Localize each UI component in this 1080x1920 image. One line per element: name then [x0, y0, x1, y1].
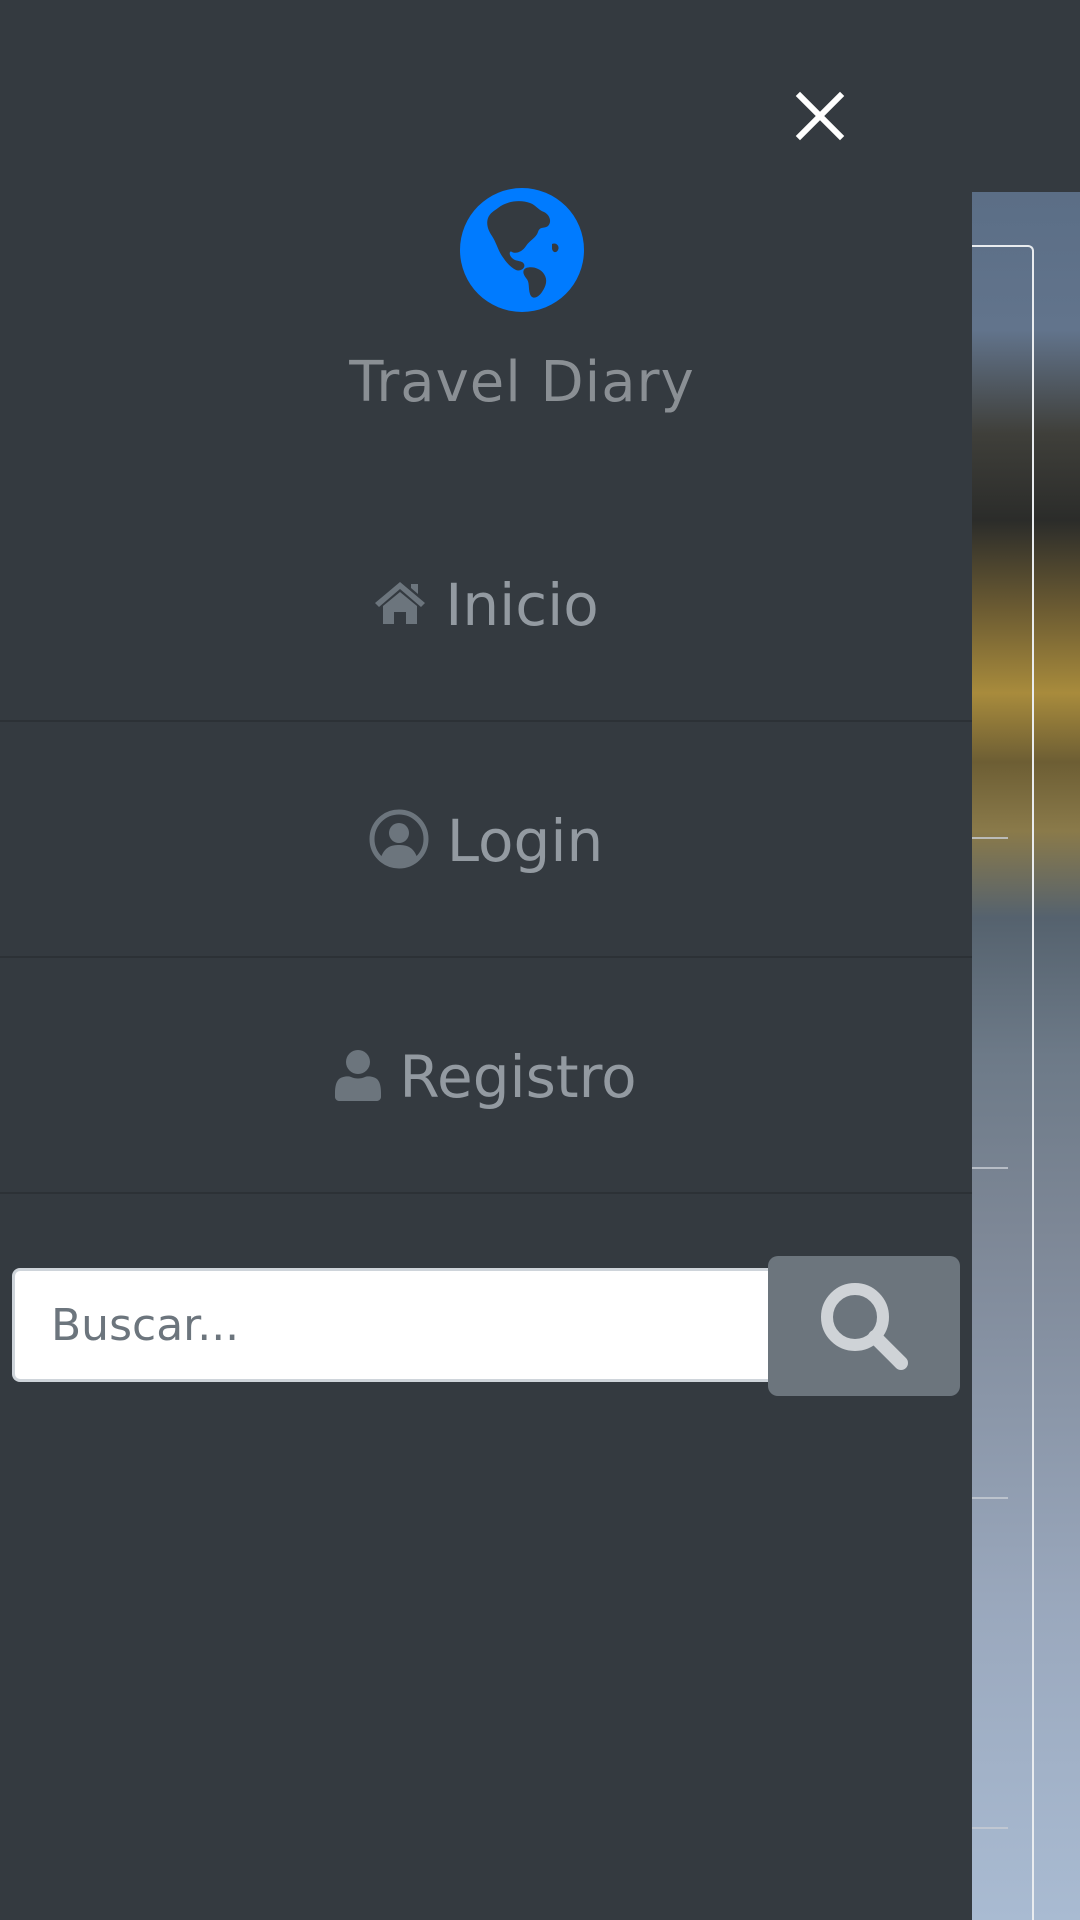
search-form: [12, 1256, 960, 1396]
search-input[interactable]: [12, 1268, 768, 1382]
close-icon: [795, 91, 845, 141]
background-divider: [972, 837, 1008, 839]
brand-title: Travel Diary: [349, 350, 695, 415]
nav-item-label: Registro: [399, 1043, 637, 1111]
search-button[interactable]: [768, 1256, 960, 1396]
nav-item-label: Login: [446, 807, 604, 875]
nav-item-label: Inicio: [445, 571, 599, 639]
brand: Travel Diary: [0, 188, 1044, 415]
globe-icon: [460, 188, 584, 312]
close-button[interactable]: [790, 86, 850, 146]
search-icon: [821, 1283, 908, 1370]
nav-item-login[interactable]: Login: [0, 722, 972, 958]
nav-list: Inicio Login Registro: [0, 486, 972, 1194]
home-icon: [373, 580, 427, 626]
user-icon: [335, 1049, 382, 1101]
background-divider: [972, 1497, 1008, 1499]
background-card: [972, 245, 1034, 1920]
nav-item-registro[interactable]: Registro: [0, 958, 972, 1194]
user-circle-icon: [369, 809, 429, 869]
background-divider: [972, 1167, 1008, 1169]
background-divider: [972, 1827, 1008, 1829]
sidebar-menu: Travel Diary Inicio Login Registro Busca…: [0, 0, 972, 1920]
nav-item-inicio[interactable]: Inicio: [0, 486, 972, 722]
